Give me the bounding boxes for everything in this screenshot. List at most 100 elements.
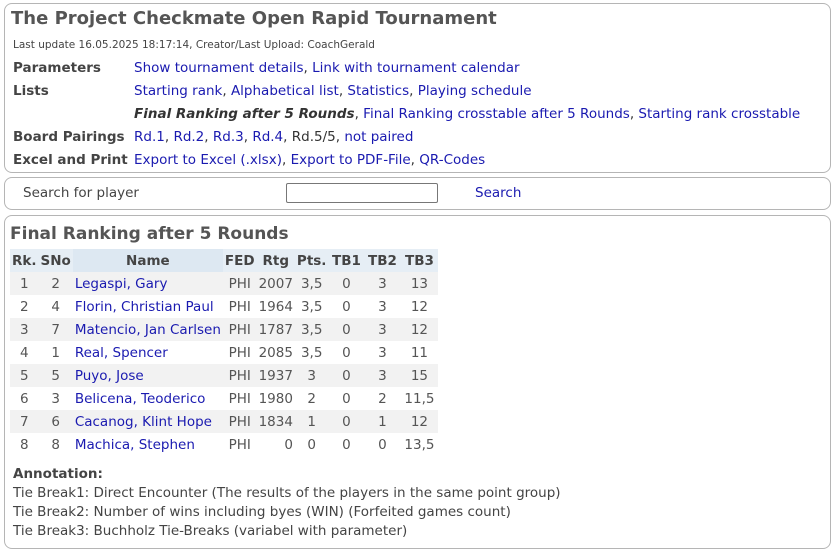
fed-cell: PHI <box>222 433 257 456</box>
player-link[interactable]: Cacanog, Klint Hope <box>75 414 212 430</box>
table-row: 8 8 Machica, Stephen PHI 0 0 0 0 13,5 <box>10 433 439 456</box>
search-button[interactable]: Search <box>475 185 521 201</box>
export-excel-link[interactable]: Export to Excel (.xlsx) <box>134 152 282 168</box>
tb2-cell: 2 <box>364 387 401 410</box>
tb2-cell: 3 <box>364 318 401 341</box>
rtg-cell: 1980 <box>256 387 295 410</box>
table-row: 2 4 Florin, Christian Paul PHI 1964 3,5 … <box>10 295 439 318</box>
rank-cell: 1 <box>10 272 39 295</box>
round-3-link[interactable]: Rd.3 <box>213 129 244 145</box>
player-link[interactable]: Legaspi, Gary <box>75 276 168 292</box>
round-5-current: Rd.5/5 <box>291 129 336 145</box>
fed-cell: PHI <box>222 295 257 318</box>
tb1-cell: 0 <box>328 387 365 410</box>
lists-links-2: Final Ranking after 5 Rounds, Final Rank… <box>134 106 801 122</box>
tb3-cell: 11 <box>400 341 439 364</box>
final-crosstable-link[interactable]: Final Ranking crosstable after 5 Rounds <box>363 106 630 122</box>
player-link[interactable]: Puyo, Jose <box>75 368 144 384</box>
tournament-calendar-link[interactable]: Link with tournament calendar <box>312 60 519 76</box>
rtg-cell: 1964 <box>256 295 295 318</box>
ranking-panel: Final Ranking after 5 Rounds Rk. SNo Nam… <box>4 215 831 549</box>
sno-cell: 6 <box>38 410 73 433</box>
player-link[interactable]: Matencio, Jan Carlsen <box>75 322 221 338</box>
tb3-cell: 12 <box>400 295 439 318</box>
fed-cell: PHI <box>222 364 257 387</box>
col-rtg: Rtg <box>256 249 295 272</box>
round-2-link[interactable]: Rd.2 <box>173 129 204 145</box>
tiebreak-2-note: Tie Break2: Number of wins including bye… <box>13 504 511 520</box>
col-tb1: TB1 <box>328 249 365 272</box>
pts-cell: 3,5 <box>294 295 329 318</box>
rtg-cell: 2007 <box>256 272 295 295</box>
annotation-block: Annotation: Tie Break1: Direct Encounter… <box>13 465 561 541</box>
parameters-links: Show tournament details, Link with tourn… <box>134 60 520 76</box>
player-link[interactable]: Florin, Christian Paul <box>75 299 214 315</box>
parameters-label: Parameters <box>13 60 101 76</box>
rtg-cell: 2085 <box>256 341 295 364</box>
table-row: 1 2 Legaspi, Gary PHI 2007 3,5 0 3 13 <box>10 272 439 295</box>
rtg-cell: 1787 <box>256 318 295 341</box>
col-tb3: TB3 <box>400 249 439 272</box>
col-fed: FED <box>222 249 257 272</box>
table-row: 7 6 Cacanog, Klint Hope PHI 1834 1 0 1 1… <box>10 410 439 433</box>
player-link[interactable]: Real, Spencer <box>75 345 168 361</box>
sno-cell: 8 <box>38 433 73 456</box>
tb2-cell: 1 <box>364 410 401 433</box>
excel-print-label: Excel and Print <box>13 152 128 168</box>
tb1-cell: 0 <box>328 410 365 433</box>
pts-cell: 3,5 <box>294 341 329 364</box>
sno-cell: 7 <box>38 318 73 341</box>
table-row: 4 1 Real, Spencer PHI 2085 3,5 0 3 11 <box>10 341 439 364</box>
last-update-info: Last update 16.05.2025 18:17:14, Creator… <box>13 39 375 51</box>
rtg-cell: 1834 <box>256 410 295 433</box>
pts-cell: 2 <box>294 387 329 410</box>
statistics-link[interactable]: Statistics <box>347 83 409 99</box>
ranking-table: Rk. SNo Name FED Rtg Pts. TB1 TB2 TB3 1 … <box>10 249 439 456</box>
not-paired-link[interactable]: not paired <box>344 129 413 145</box>
tb3-cell: 13 <box>400 272 439 295</box>
tiebreak-1-note: Tie Break1: Direct Encounter (The result… <box>13 485 561 501</box>
tb3-cell: 13,5 <box>400 433 439 456</box>
rank-cell: 4 <box>10 341 39 364</box>
player-link[interactable]: Machica, Stephen <box>75 437 195 453</box>
pts-cell: 3 <box>294 364 329 387</box>
export-pdf-link[interactable]: Export to PDF-File <box>291 152 411 168</box>
round-1-link[interactable]: Rd.1 <box>134 129 165 145</box>
annotation-title: Annotation: <box>13 466 103 482</box>
player-search-input[interactable] <box>286 183 438 203</box>
ranking-title: Final Ranking after 5 Rounds <box>10 224 289 244</box>
starting-crosstable-link[interactable]: Starting rank crosstable <box>638 106 800 122</box>
col-pts: Pts. <box>294 249 329 272</box>
rank-cell: 8 <box>10 433 39 456</box>
tb3-cell: 15 <box>400 364 439 387</box>
pts-cell: 3,5 <box>294 272 329 295</box>
rank-cell: 2 <box>10 295 39 318</box>
qr-codes-link[interactable]: QR-Codes <box>419 152 485 168</box>
tb3-cell: 12 <box>400 318 439 341</box>
rank-cell: 3 <box>10 318 39 341</box>
tb2-cell: 3 <box>364 295 401 318</box>
tb2-cell: 3 <box>364 364 401 387</box>
rank-cell: 7 <box>10 410 39 433</box>
fed-cell: PHI <box>222 318 257 341</box>
tb2-cell: 3 <box>364 341 401 364</box>
round-4-link[interactable]: Rd.4 <box>252 129 283 145</box>
pts-cell: 1 <box>294 410 329 433</box>
sno-cell: 5 <box>38 364 73 387</box>
fed-cell: PHI <box>222 387 257 410</box>
tb1-cell: 0 <box>328 295 365 318</box>
sno-cell: 1 <box>38 341 73 364</box>
table-row: 6 3 Belicena, Teoderico PHI 1980 2 0 2 1… <box>10 387 439 410</box>
sno-cell: 2 <box>38 272 73 295</box>
show-tournament-details-link[interactable]: Show tournament details <box>134 60 304 76</box>
tb1-cell: 0 <box>328 364 365 387</box>
alphabetical-list-link[interactable]: Alphabetical list <box>231 83 339 99</box>
player-search-panel: Search for player Search <box>4 177 831 210</box>
playing-schedule-link[interactable]: Playing schedule <box>418 83 532 99</box>
rank-cell: 6 <box>10 387 39 410</box>
player-link[interactable]: Belicena, Teoderico <box>75 391 206 407</box>
page-title: The Project Checkmate Open Rapid Tournam… <box>11 8 497 29</box>
tb1-cell: 0 <box>328 272 365 295</box>
col-name: Name <box>72 249 223 272</box>
starting-rank-link[interactable]: Starting rank <box>134 83 222 99</box>
